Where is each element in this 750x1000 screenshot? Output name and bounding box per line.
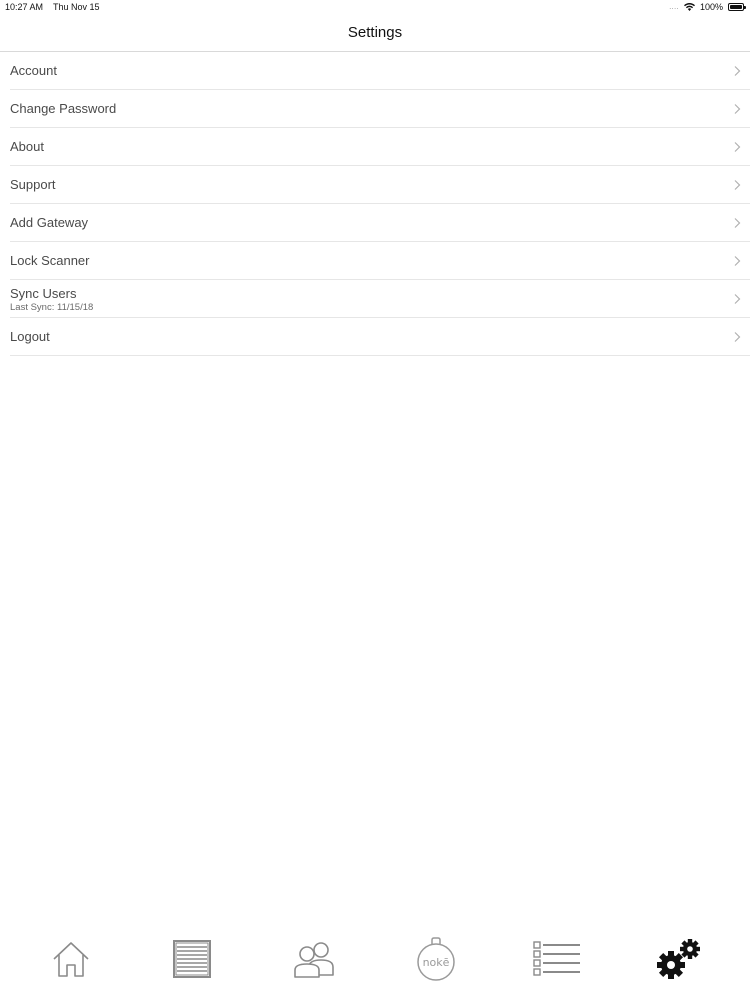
home-icon	[53, 942, 89, 977]
battery-fill	[730, 5, 742, 9]
navigation-bar: Settings	[0, 14, 750, 52]
chevron-right-icon	[734, 255, 741, 266]
settings-row-sync-users[interactable]: Sync Users Last Sync: 11/15/18	[10, 280, 750, 318]
battery-percent: 100%	[699, 2, 723, 12]
status-left: 10:27 AM Thu Nov 15	[5, 2, 100, 12]
status-bar: 10:27 AM Thu Nov 15 .... 100%	[0, 0, 750, 14]
tab-noke-lock[interactable]: nokē	[401, 929, 471, 989]
noke-logo-text: nokē	[422, 956, 449, 969]
row-label: Logout	[10, 329, 50, 344]
chevron-right-icon	[734, 331, 741, 342]
last-sync-text: Last Sync: 11/15/18	[10, 302, 94, 313]
row-label: Add Gateway	[10, 215, 89, 230]
wifi-icon	[683, 3, 695, 11]
settings-row-add-gateway[interactable]: Add Gateway	[10, 204, 750, 242]
users-icon	[294, 942, 334, 978]
tab-list[interactable]	[522, 929, 592, 989]
row-label: Sync Users	[10, 286, 77, 301]
tab-users[interactable]	[279, 929, 349, 989]
settings-row-change-password[interactable]: Change Password	[10, 90, 750, 128]
tab-units[interactable]	[157, 929, 227, 989]
settings-row-logout[interactable]: Logout	[10, 318, 750, 356]
status-date: Thu Nov 15	[53, 2, 100, 12]
list-icon	[533, 941, 581, 976]
chevron-right-icon	[734, 103, 741, 114]
settings-row-lock-scanner[interactable]: Lock Scanner	[10, 242, 750, 280]
settings-list: Account Change Password About Support Ad…	[10, 52, 750, 356]
tab-home[interactable]	[36, 929, 106, 989]
chevron-right-icon	[734, 65, 741, 76]
chevron-right-icon	[734, 179, 741, 190]
chevron-right-icon	[734, 293, 741, 304]
signal-dots: ....	[669, 3, 679, 11]
battery-icon	[728, 3, 746, 11]
settings-screen: 10:27 AM Thu Nov 15 .... 100% Settings A…	[0, 0, 750, 1000]
settings-row-support[interactable]: Support	[10, 166, 750, 204]
gears-icon	[657, 939, 701, 979]
tab-bar: nokē	[0, 924, 750, 1000]
storage-unit-icon	[173, 940, 212, 978]
row-label: About	[10, 139, 44, 154]
row-label: Support	[10, 177, 56, 192]
row-label: Lock Scanner	[10, 253, 90, 268]
row-label: Change Password	[10, 101, 117, 116]
row-label: Account	[10, 63, 57, 78]
status-right: .... 100%	[669, 2, 746, 12]
chevron-right-icon	[734, 141, 741, 152]
chevron-right-icon	[734, 217, 741, 228]
noke-lock-icon: nokē	[417, 937, 455, 981]
tab-settings[interactable]	[644, 929, 714, 989]
settings-row-about[interactable]: About	[10, 128, 750, 166]
settings-row-account[interactable]: Account	[10, 52, 750, 90]
status-time: 10:27 AM	[5, 2, 44, 12]
page-title: Settings	[347, 24, 403, 41]
